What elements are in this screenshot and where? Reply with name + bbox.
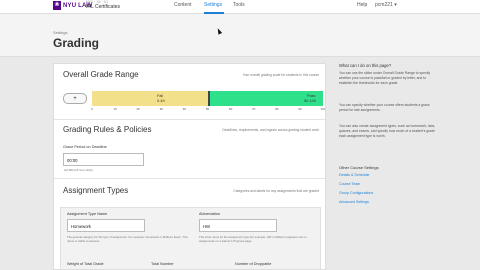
grade-scale-tick: 20: [136, 107, 140, 111]
page-title: Grading: [53, 36, 100, 50]
droppable-label: Number of Droppable: [235, 262, 272, 266]
assignment-types-title: Assignment Types: [63, 186, 129, 195]
rules-title: Grading Rules & Policies: [63, 125, 152, 134]
link-details-schedule[interactable]: Details & Schedule: [339, 173, 369, 177]
fail-range: 0-49: [157, 99, 165, 103]
user-menu[interactable]: pcm221 ▾: [375, 2, 397, 8]
grade-scale-tick: 100: [320, 107, 326, 111]
sidebar-title: What can I do on this page?: [339, 63, 392, 68]
type-name-label: Assignment Type Name: [67, 212, 108, 216]
grade-scale-tick: 50: [205, 107, 210, 111]
course-name[interactable]: IRL Certificates: [86, 4, 120, 10]
sidebar-help-text: You can specify whether your course offe…: [339, 103, 430, 113]
grade-cutoff-handle[interactable]: [207, 91, 210, 106]
nav-settings[interactable]: Settings: [204, 2, 222, 8]
abbreviation-helper: This short name for the assignment type …: [199, 235, 307, 243]
weight-label: Weight of Total Grade: [67, 262, 104, 266]
type-name-input[interactable]: Homework: [67, 219, 145, 232]
assignment-types-description: Categories and labels for any assignment…: [233, 189, 319, 193]
grade-scale-tick: 30: [159, 107, 163, 111]
sidebar-help-text: You can use the slider under Overall Gra…: [339, 71, 431, 86]
other-settings-title: Other Course Settings: [339, 165, 379, 170]
pass-range: 50-100: [304, 99, 316, 103]
add-grade-button[interactable]: +: [63, 93, 87, 104]
breadcrumb[interactable]: Settings: [53, 30, 67, 35]
nav-content[interactable]: Content: [174, 2, 192, 8]
grace-period-input[interactable]: 00:00: [63, 153, 144, 166]
nav-tools[interactable]: Tools: [233, 2, 245, 8]
grace-period-label: Grace Period on Deadline: [63, 145, 107, 149]
type-name-helper: The general category for this type of as…: [67, 235, 188, 243]
link-course-team[interactable]: Course Team: [339, 182, 360, 186]
section-divider: [54, 178, 325, 179]
grade-scale-tick: 0: [91, 107, 93, 111]
section-divider: [54, 119, 325, 120]
abbreviation-label: Abbreviation: [199, 212, 221, 216]
sidebar-help-text: You can also create assignment types, su…: [339, 124, 436, 139]
grade-scale-tick: 80: [275, 107, 279, 111]
grade-range-description: Your overall grading scale for students …: [242, 73, 319, 77]
torch-icon: ❀: [53, 1, 61, 10]
grade-fail-segment[interactable]: [92, 91, 208, 106]
grade-scale-tick: 70: [252, 107, 256, 111]
help-link[interactable]: Help: [357, 2, 367, 8]
fail-label: Fail: [157, 94, 164, 98]
pass-label: Pass: [307, 94, 316, 98]
chevron-down-icon: ▾: [394, 2, 397, 8]
total-number-label: Total Number: [151, 262, 174, 266]
assignment-type-card: Assignment Type Name Homework The genera…: [60, 207, 321, 269]
link-advanced-settings[interactable]: Advanced Settings: [339, 200, 369, 204]
rules-description: Deadlines, requirements, and ingests acr…: [222, 128, 319, 132]
user-name: pcm221: [375, 2, 393, 8]
grade-scale-tick: 10: [113, 107, 117, 111]
grade-scale-ticks: 0 10 20 30 40 50 60 70 80 90 100: [91, 107, 326, 113]
abbreviation-input[interactable]: HW: [199, 219, 277, 232]
grade-scale-tick: 40: [182, 107, 187, 111]
grace-period-helper: HH:MM (24 hour clock): [64, 168, 93, 172]
grade-range-title: Overall Grade Range: [63, 70, 139, 79]
grading-content: Overall Grade Range Your overall grading…: [53, 63, 326, 270]
grade-scale-tick: 60: [228, 107, 233, 111]
link-group-configurations[interactable]: Group Configurations: [339, 191, 373, 195]
grade-scale-tick: 90: [298, 107, 302, 111]
